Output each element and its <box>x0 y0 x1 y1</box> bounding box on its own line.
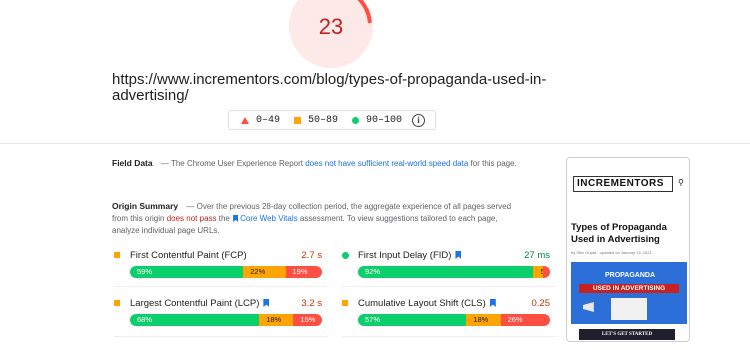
legend-item-poor: 0–49 <box>241 115 280 126</box>
newspaper-icon <box>611 298 647 320</box>
hero-line-1: PROPAGANDA <box>604 272 656 279</box>
metric-divider <box>114 286 328 287</box>
average-segment: 18% <box>466 314 501 326</box>
metric-fid: First Input Delay (FID) 27 ms 92% 5% 2% <box>342 248 550 278</box>
field-data-title: Field Data <box>112 158 153 168</box>
performance-score-gauge: 23 <box>289 0 373 68</box>
field-data-link[interactable]: does not have sufficient real-world spee… <box>305 159 468 168</box>
distribution-bar: 68% 18% 15% <box>130 314 322 326</box>
poor-segment: 15% <box>293 314 322 326</box>
performance-score: 23 <box>318 14 344 39</box>
origin-summary-section: Origin Summary — Over the previous 28-da… <box>112 200 524 237</box>
origin-summary-title: Origin Summary <box>112 201 179 211</box>
metric-value: 3.2 s <box>301 297 322 309</box>
metric-divider <box>114 336 328 337</box>
metric-value: 27 ms <box>524 249 550 261</box>
field-data-text-end: for this page. <box>470 159 517 168</box>
legend-item-good: 90–100 <box>352 115 402 126</box>
good-segment: 92% <box>358 266 534 278</box>
legend-label-average: 50–89 <box>308 114 339 126</box>
average-square-icon <box>342 300 348 306</box>
site-logo: INCREMENTORS <box>573 176 673 192</box>
cta-button: LET'S GET STARTED <box>579 329 675 340</box>
article-meta: by Shiv Gupta · updated on January 13, 2… <box>571 250 652 255</box>
megaphone-icon <box>583 302 594 312</box>
good-segment: 59% <box>130 266 244 278</box>
average-square-icon <box>114 300 120 306</box>
poor-segment: 26% <box>500 314 550 326</box>
average-segment: 22% <box>243 266 286 278</box>
divider <box>0 143 750 144</box>
good-circle-icon <box>342 251 349 259</box>
article-title: Types of Propaganda Used in Advertising <box>571 222 667 245</box>
metric-cls: Cumulative Layout Shift (CLS) 0.25 57% 1… <box>342 296 550 326</box>
metric-divider <box>342 286 556 287</box>
metric-name: First Input Delay (FID) <box>358 249 452 261</box>
metric-name: First Contentful Paint (FCP) <box>130 249 247 261</box>
metric-value: 2.7 s <box>301 249 322 261</box>
distribution-bar: 59% 22% 19% <box>130 266 322 278</box>
hero-line-2: USED IN ADVERTISING <box>579 284 679 293</box>
field-data-section: Field Data — The Chrome User Experience … <box>112 157 524 170</box>
metric-divider <box>342 336 556 337</box>
distribution-bar: 57% 18% 26% <box>358 314 550 326</box>
metric-name: Cumulative Layout Shift (CLS) <box>358 297 486 309</box>
cwv-flag-icon <box>455 251 462 259</box>
triangle-icon <box>241 116 249 124</box>
search-icon: ⚲ <box>678 178 684 187</box>
poor-segment: 19% <box>285 266 322 278</box>
good-segment: 68% <box>130 314 260 326</box>
legend-item-average: 50–89 <box>294 115 338 126</box>
analyzed-url: https://www.incrementors.com/blog/types-… <box>112 71 547 104</box>
origin-summary-fail: does not pass <box>166 214 217 223</box>
cwv-flag-icon <box>233 215 239 222</box>
average-square-icon <box>114 252 120 258</box>
cwv-flag-icon <box>263 299 270 307</box>
square-icon <box>294 116 302 124</box>
hero-image: PROPAGANDA USED IN ADVERTISING <box>571 262 687 324</box>
poor-segment: 2% <box>543 266 550 278</box>
distribution-bar: 92% 5% 2% <box>358 266 550 278</box>
circle-icon <box>352 116 360 124</box>
page-screenshot-thumbnail: INCREMENTORS ⚲ Types of Propaganda Used … <box>566 157 690 342</box>
average-segment: 5% <box>533 266 543 278</box>
good-segment: 57% <box>358 314 467 326</box>
average-segment: 18% <box>259 314 294 326</box>
legend-label-good: 90–100 <box>366 114 403 126</box>
field-data-text: — The Chrome User Experience Report <box>160 159 303 168</box>
origin-summary-text-2: the <box>218 214 230 223</box>
metric-value: 0.25 <box>531 297 551 309</box>
cwv-flag-icon <box>489 299 496 307</box>
score-legend: 0–49 50–89 90–100 i <box>228 110 436 130</box>
metric-name: Largest Contentful Paint (LCP) <box>130 297 260 309</box>
legend-label-poor: 0–49 <box>256 114 281 126</box>
info-icon[interactable]: i <box>412 113 426 127</box>
metric-lcp: Largest Contentful Paint (LCP) 3.2 s 68%… <box>114 296 322 326</box>
core-web-vitals-link[interactable]: Core Web Vitals <box>240 214 298 223</box>
metric-fcp: First Contentful Paint (FCP) 2.7 s 59% 2… <box>114 248 322 278</box>
